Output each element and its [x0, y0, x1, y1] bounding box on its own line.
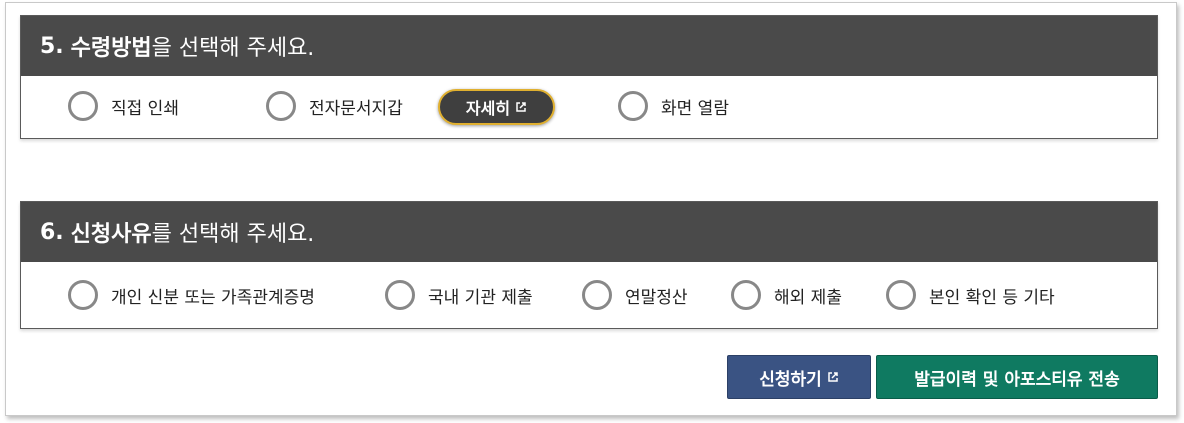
radio-button[interactable]: [731, 280, 761, 310]
radio-button[interactable]: [385, 280, 415, 310]
option-direct-print[interactable]: 직접 인쇄: [68, 91, 179, 121]
option-label: 본인 확인 등 기타: [929, 287, 1055, 308]
option-label: 국내 기관 제출: [428, 287, 533, 308]
option-e-wallet[interactable]: 전자문서지갑: [266, 91, 403, 121]
radio-button[interactable]: [618, 91, 648, 121]
issue-history-apostille-button[interactable]: 발급이력 및 아포스티유 전송: [876, 355, 1158, 399]
content-frame: 5. 수령방법 을 선택해 주세요. 직접 인쇄 전자문서지갑 자세히 화면 열람: [5, 2, 1177, 416]
radio-button[interactable]: [266, 91, 296, 121]
receive-method-header: 5. 수령방법 을 선택해 주세요.: [21, 16, 1157, 76]
radio-button[interactable]: [886, 280, 916, 310]
receive-method-options: 직접 인쇄 전자문서지갑 자세히 화면 열람: [21, 76, 1157, 138]
option-domestic-agency[interactable]: 국내 기관 제출: [385, 280, 533, 310]
request-reason-section: 6. 신청사유 를 선택해 주세요. 개인 신분 또는 가족관계증명 국내 기관 …: [20, 201, 1158, 329]
option-label: 개인 신분 또는 가족관계증명: [111, 287, 315, 308]
radio-button[interactable]: [68, 280, 98, 310]
external-link-icon: [828, 372, 838, 382]
section-instruction: 를 선택해 주세요.: [151, 222, 315, 247]
option-label: 직접 인쇄: [111, 98, 179, 119]
option-overseas[interactable]: 해외 제출: [731, 280, 842, 310]
request-reason-header: 6. 신청사유 를 선택해 주세요.: [21, 202, 1157, 262]
apply-button-label: 신청하기: [759, 369, 822, 390]
option-label: 화면 열람: [661, 98, 729, 119]
option-label: 해외 제출: [774, 287, 842, 308]
section-instruction: 을 선택해 주세요.: [151, 36, 315, 61]
option-other[interactable]: 본인 확인 등 기타: [886, 280, 1055, 310]
section-number: 5.: [40, 33, 64, 59]
request-reason-options: 개인 신분 또는 가족관계증명 국내 기관 제출 연말정산 해외 제출 본인 확…: [21, 262, 1157, 328]
radio-button[interactable]: [68, 91, 98, 121]
detail-button-label: 자세히: [465, 99, 511, 118]
option-screen-view[interactable]: 화면 열람: [618, 91, 729, 121]
radio-button[interactable]: [582, 280, 612, 310]
option-year-end-tax[interactable]: 연말정산: [582, 280, 688, 310]
receive-method-section: 5. 수령방법 을 선택해 주세요. 직접 인쇄 전자문서지갑 자세히 화면 열람: [20, 15, 1158, 139]
history-button-label: 발급이력 및 아포스티유 전송: [914, 369, 1120, 390]
section-number: 6.: [40, 219, 64, 245]
apply-button[interactable]: 신청하기: [727, 355, 871, 399]
external-link-icon: [516, 102, 526, 112]
option-identity-family[interactable]: 개인 신분 또는 가족관계증명: [68, 280, 315, 310]
option-label: 연말정산: [625, 287, 688, 308]
section-keyword: 신청사유: [70, 222, 152, 247]
section-keyword: 수령방법: [70, 36, 152, 61]
detail-button[interactable]: 자세히: [438, 89, 555, 125]
option-label: 전자문서지갑: [309, 98, 403, 119]
